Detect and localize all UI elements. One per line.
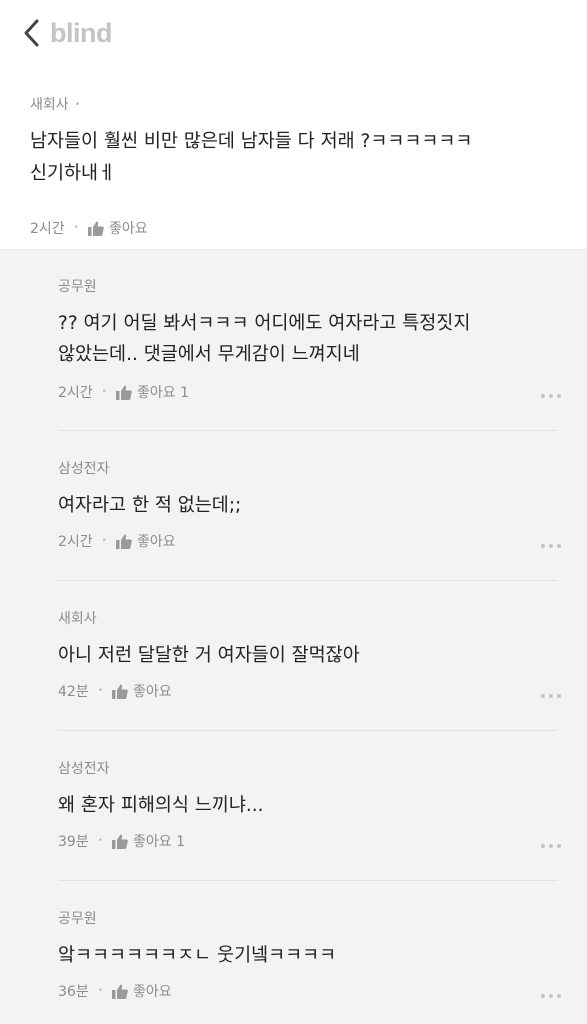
like-button[interactable]: 좋아요 [137,531,176,551]
thumbs-up-icon[interactable] [112,684,128,699]
thumbs-up-icon[interactable] [115,534,132,549]
reply-text-line: 아니 저런 달달한 거 여자들이 잘먹잖아 [58,645,360,666]
comment-meta: 2시간 • 좋아요 [30,218,148,238]
more-options-button[interactable] [541,994,561,998]
dot-separator: • [73,223,79,233]
thumbs-up-icon[interactable] [112,834,128,849]
dot-separator: • [74,98,81,110]
reply-time: 36분 [58,984,89,1000]
company-name: 공무원 [58,279,97,295]
reply-item: 새회사 아니 저런 달달한 거 여자들이 잘먹잖아 42분 • 좋아요 [58,580,561,730]
more-options-button[interactable] [541,844,561,848]
reply-text: 여자라고 한 적 없는데;; [58,490,557,521]
reply-item: 삼성전자 왜 혼자 피해의식 느끼냐... 39분 • 좋아요 1 [58,730,561,880]
thumbs-up-icon[interactable] [115,385,132,400]
reply-text: 아니 저런 달달한 거 여자들이 잘먹잖아 [58,640,557,671]
reply-time: 39분 [58,834,89,850]
reply-author: 새회사 [58,608,557,628]
reply-author: 삼성전자 [58,758,557,778]
dot-separator: • [97,686,104,696]
reply-item: 공무원 앜ㅋㅋㅋㅋㅋㅋㅈㄴ 웃기넼ㅋㅋㅋㅋ 36분 • 좋아요 [58,880,561,1024]
thumbs-up-icon[interactable] [112,984,128,999]
back-button[interactable] [18,16,44,50]
reply-meta: 36분 • 좋아요 [58,981,172,1001]
comment-text-line: 신기하내ㅔ [30,163,116,184]
reply-author: 삼성전자 [58,458,557,478]
dot-separator: • [97,986,104,996]
reply-text-line: 왜 혼자 피해의식 느끼냐... [58,795,264,816]
reply-text-line: 앜ㅋㅋㅋㅋㅋㅋㅈㄴ 웃기넼ㅋㅋㅋㅋ [58,945,337,966]
post-comment: 새회사 • 남자들이 훨씬 비만 많은데 남자들 다 저래 ?ㅋㅋㅋㅋㅋㅋ 신기… [0,66,587,282]
app-logo: blind [50,18,112,48]
reply-item: 공무원 ?? 여기 어딜 봐서ㅋㅋㅋ 어디에도 여자라고 특정짓지 않았는데..… [58,276,561,424]
more-options-button[interactable] [541,694,561,698]
reply-text-line: ?? 여기 어딜 봐서ㅋㅋㅋ 어디에도 여자라고 특정짓지 [58,313,471,334]
company-name: 삼성전자 [58,461,110,477]
comment-time: 2시간 [30,221,65,237]
like-button[interactable]: 좋아요 [133,681,172,701]
reply-text-line: 않았는데.. 댓글에서 무게감이 느껴지네 [58,344,360,365]
reply-time: 2시간 [58,534,93,550]
like-button[interactable]: 좋아요 1 [133,831,185,851]
reply-text: ?? 여기 어딜 봐서ㅋㅋㅋ 어디에도 여자라고 특정짓지 않았는데.. 댓글에… [58,308,557,370]
company-name: 새회사 [30,97,69,113]
reply-time: 42분 [58,684,89,700]
comment-text: 남자들이 훨씬 비만 많은데 남자들 다 저래 ?ㅋㅋㅋㅋㅋㅋ 신기하내ㅔ [30,126,557,190]
reply-author: 공무원 [58,908,557,928]
dot-separator: • [101,536,107,546]
company-name: 삼성전자 [58,761,110,777]
reply-text: 왜 혼자 피해의식 느끼냐... [58,790,557,821]
dot-separator: • [97,836,104,846]
company-name: 새회사 [58,611,97,627]
thumbs-up-icon[interactable] [87,221,104,236]
reply-list: 공무원 ?? 여기 어딜 봐서ㅋㅋㅋ 어디에도 여자라고 특정짓지 않았는데..… [0,250,587,1024]
comment-text-line: 남자들이 훨씬 비만 많은데 남자들 다 저래 ?ㅋㅋㅋㅋㅋㅋ [30,131,473,152]
app-header: blind [0,0,587,66]
reply-text-line: 여자라고 한 적 없는데;; [58,495,242,516]
reply-author: 공무원 [58,276,557,296]
reply-meta: 39분 • 좋아요 1 [58,831,185,851]
like-button[interactable]: 좋아요 1 [137,382,189,402]
reply-meta: 2시간 • 좋아요 1 [58,382,189,402]
chevron-left-icon [24,19,39,47]
reply-meta: 2시간 • 좋아요 [58,531,176,551]
more-options-button[interactable] [541,394,561,398]
comment-author: 새회사 • [30,94,557,114]
like-button[interactable]: 좋아요 [109,218,148,238]
company-name: 공무원 [58,911,97,927]
dot-separator: • [101,387,107,397]
reply-time: 2시간 [58,385,93,401]
like-button[interactable]: 좋아요 [133,981,172,1001]
reply-item: 삼성전자 여자라고 한 적 없는데;; 2시간 • 좋아요 [58,430,561,580]
more-options-button[interactable] [541,544,561,548]
reply-text: 앜ㅋㅋㅋㅋㅋㅋㅈㄴ 웃기넼ㅋㅋㅋㅋ [58,940,557,971]
reply-meta: 42분 • 좋아요 [58,681,172,701]
